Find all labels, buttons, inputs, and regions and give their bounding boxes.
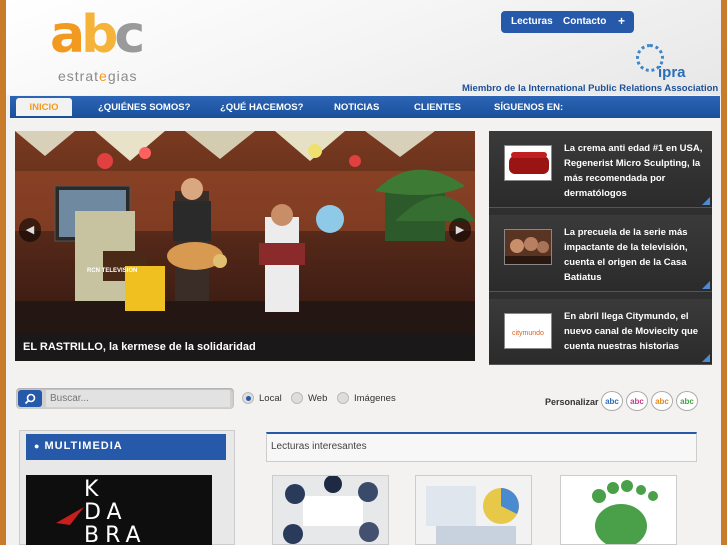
top-links-bar: Lecturas Contacto + [501,11,634,33]
news-thumb-spartacus [504,229,552,265]
multimedia-header: ● MULTIMEDIA [26,434,226,460]
theme-orange-button[interactable]: abc [651,391,673,411]
multimedia-image-line: BRA [84,523,147,545]
citymundo-logo-text: citymundo [512,330,544,337]
hero-caption[interactable]: EL RASTRILLO, la kermese de la solidarid… [15,334,475,361]
theme-green-button[interactable]: abc [676,391,698,411]
multimedia-image-line: K [84,477,105,502]
plus-icon[interactable]: + [618,14,625,28]
multimedia-image-line: DA [84,500,128,525]
kdabra-logo-icon [56,507,84,525]
site-logo[interactable]: abc estrategias [50,9,160,90]
search-option-images-radio[interactable] [337,392,349,404]
nav-item-inicio[interactable]: INICIO [16,98,72,116]
news-item[interactable]: La precuela de la serie más impactante d… [489,215,712,292]
search-option-local-label[interactable]: Local [259,393,282,404]
search-input[interactable] [46,390,230,407]
slider-next-button[interactable]: ▶ [449,218,471,242]
search-bar [16,388,234,409]
logo-letter-a: a [50,5,85,65]
hero-slider[interactable]: RCN TELEVISION ◀ ▶ EL RASTRILLO, la kerm… [15,131,475,361]
nav-item-siguenos[interactable]: SÍGUENOS EN: [494,102,563,113]
news-item[interactable]: citymundo En abril llega Citymundo, el n… [489,299,712,365]
news-item[interactable]: La crema anti edad #1 en USA, Regenerist… [489,131,712,208]
theme-blue-button[interactable]: abc [601,391,623,411]
corner-arrow-icon [702,281,710,289]
news-panel: La crema anti edad #1 en USA, Regenerist… [489,131,712,365]
news-thumb-cream [504,145,552,181]
nav-item-quienes-somos[interactable]: ¿QUIÉNES SOMOS? [98,102,190,113]
logo-subtitle: estrategias [58,68,138,84]
search-icon [24,393,36,405]
search-option-images-label[interactable]: Imágenes [354,393,396,404]
news-text: La precuela de la serie más impactante d… [564,227,688,283]
logo-letter-c: c [114,5,145,65]
personalizar-label: Personalizar [545,397,599,407]
top-link-lecturas[interactable]: Lecturas [511,16,553,27]
nav-item-que-hacemos[interactable]: ¿QUÉ HACEMOS? [220,102,303,113]
logo-mark: abc [50,9,145,61]
news-thumb-citymundo: citymundo [504,313,552,349]
slider-prev-button[interactable]: ◀ [19,218,41,242]
corner-arrow-icon [702,354,710,362]
lecturas-thumb-footprint[interactable] [560,475,677,545]
corner-arrow-icon [702,197,710,205]
logo-letter-b: b [81,5,118,65]
search-option-web-label[interactable]: Web [308,393,327,404]
lecturas-header: Lecturas interesantes [266,432,697,462]
search-option-local-radio[interactable] [242,392,254,404]
search-button[interactable] [18,390,42,407]
top-link-contacto[interactable]: Contacto [563,16,606,27]
hero-tv-sign: RCN TELEVISION [87,268,138,274]
ipra-logo-text: ipra [658,64,686,81]
theme-pink-button[interactable]: abc [626,391,648,411]
main-nav: INICIO ¿QUIÉNES SOMOS? ¿QUÉ HACEMOS? NOT… [10,96,720,118]
bullet-icon: ● [34,441,41,451]
nav-item-clientes[interactable]: CLIENTES [414,102,461,113]
news-text: La crema anti edad #1 en USA, Regenerist… [564,143,703,199]
lecturas-thumb-charts[interactable] [415,475,532,545]
nav-item-noticias[interactable]: NOTICIAS [334,102,379,113]
hero-photo [15,131,475,361]
search-option-web-radio[interactable] [291,392,303,404]
lecturas-thumb-meeting[interactable] [272,475,389,545]
news-text: En abril llega Citymundo, el nuevo canal… [564,311,699,352]
multimedia-title: MULTIMEDIA [44,440,123,452]
multimedia-video-thumb[interactable]: K DA BRA [26,475,212,545]
ipra-membership-text: Miembro de la International Public Relat… [462,83,719,94]
